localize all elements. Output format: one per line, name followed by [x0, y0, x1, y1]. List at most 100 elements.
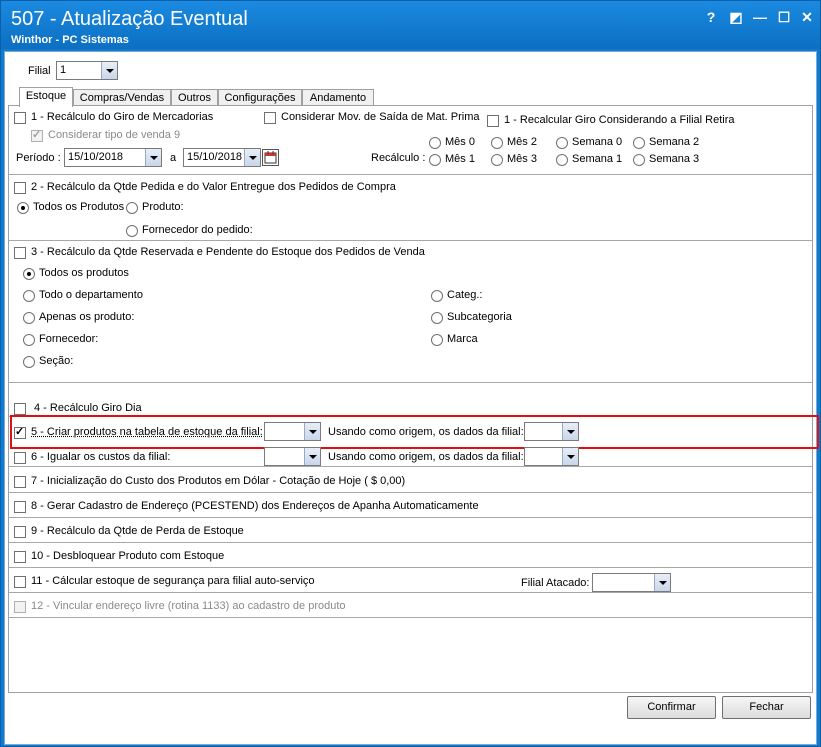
sec2-radio-todos-label: Todos os Produtos	[33, 201, 125, 213]
filial-atacado-label: Filial Atacado:	[521, 577, 590, 589]
sec3-radio-subcategoria[interactable]	[431, 312, 443, 324]
recalc-filial-retira-label: 1 - Recalcular Giro Considerando a Filia…	[504, 114, 735, 126]
recalc-filial-retira-checkbox[interactable]	[487, 115, 499, 127]
sec2-radio-todos[interactable]	[17, 202, 29, 214]
sec7-label: 7 - Inicialização do Custo dos Produtos …	[31, 475, 406, 487]
chevron-down-icon[interactable]	[145, 149, 161, 166]
divider	[9, 542, 812, 543]
sec2-checkbox[interactable]	[14, 182, 26, 194]
radio-semana-1[interactable]	[556, 154, 568, 166]
date-to-value: 15/10/2018	[187, 151, 243, 163]
tab-outros[interactable]: Outros	[171, 89, 218, 106]
help-icon[interactable]: ?	[703, 9, 719, 25]
sec5-origem-select[interactable]	[524, 422, 579, 441]
radio-semana-1-label: Semana 1	[572, 153, 623, 165]
chevron-down-icon[interactable]	[562, 448, 578, 465]
sec3-radio-secao[interactable]	[23, 356, 35, 368]
sec3-radio-departamento-label: Todo o departamento	[39, 289, 143, 301]
estoque-panel: 1 - Recálculo do Giro de Mercadorias Con…	[8, 105, 819, 693]
radio-semana-3-label: Semana 3	[649, 153, 700, 165]
sec3-checkbox[interactable]	[14, 247, 26, 259]
periodo-label: Período :	[16, 152, 61, 164]
sec3-radio-apenas[interactable]	[23, 312, 35, 324]
sec6-label: 6 - Igualar os custos da filial:	[31, 451, 171, 463]
sec3-radio-categ[interactable]	[431, 290, 443, 302]
divider	[9, 240, 812, 241]
radio-mes-2[interactable]	[491, 137, 503, 149]
radio-mes-3-label: Mês 3	[507, 153, 537, 165]
considerar-mov-checkbox[interactable]	[264, 112, 276, 124]
divider	[9, 382, 812, 383]
sec3-radio-fornecedor-label: Fornecedor:	[39, 333, 99, 345]
filial-atacado-select[interactable]	[592, 573, 671, 592]
recalc-giro-label: 1 - Recálculo do Giro de Mercadorias	[31, 111, 214, 123]
sec4-checkbox[interactable]	[14, 403, 26, 415]
tab-andamento[interactable]: Andamento	[302, 89, 374, 106]
sec9-label: 9 - Recálculo da Qtde de Perda de Estoqu…	[31, 525, 244, 537]
confirmar-button[interactable]: Confirmar	[627, 696, 716, 719]
sec10-checkbox[interactable]	[14, 551, 26, 563]
filial-label: Filial	[28, 65, 51, 77]
sec11-label: 11 - Cálcular estoque de segurança para …	[31, 575, 315, 587]
maximize-icon[interactable]: ☐	[776, 9, 792, 25]
restore-layout-icon[interactable]: ◩	[728, 9, 744, 25]
recalculo-label: Recálculo :	[371, 152, 426, 164]
radio-mes-3[interactable]	[491, 154, 503, 166]
sec3-radio-fornecedor[interactable]	[23, 334, 35, 346]
sec5-origem-label: Usando como origem, os dados da filial:	[328, 426, 524, 438]
sec2-radio-produto[interactable]	[126, 202, 138, 214]
filial-select[interactable]: 1	[56, 61, 118, 80]
chevron-down-icon[interactable]	[304, 448, 320, 465]
sec2-radio-fornecedor-label: Fornecedor do pedido:	[142, 224, 253, 236]
sec8-checkbox[interactable]	[14, 501, 26, 513]
sec12-checkbox[interactable]	[14, 601, 26, 613]
sec10-label: 10 - Desbloquear Produto com Estoque	[31, 550, 225, 562]
tab-compras-vendas[interactable]: Compras/Vendas	[73, 89, 171, 106]
filial-value: 1	[60, 64, 67, 76]
sec6-origem-select[interactable]	[524, 447, 579, 466]
chevron-down-icon[interactable]	[304, 423, 320, 440]
sec6-checkbox[interactable]	[14, 452, 26, 464]
sec3-radio-marca[interactable]	[431, 334, 443, 346]
sec3-radio-departamento[interactable]	[23, 290, 35, 302]
sec3-radio-todos[interactable]	[23, 268, 35, 280]
sec2-radio-fornecedor[interactable]	[126, 225, 138, 237]
recalc-giro-checkbox[interactable]	[14, 112, 26, 124]
chevron-down-icon[interactable]	[562, 423, 578, 440]
radio-semana-3[interactable]	[633, 154, 645, 166]
radio-semana-0[interactable]	[556, 137, 568, 149]
client-area: Filial 1 Estoque Compras/Vendas Outros C…	[4, 51, 819, 745]
tab-configuracoes[interactable]: Configurações	[218, 89, 302, 106]
chevron-down-icon[interactable]	[654, 574, 670, 591]
date-to-picker[interactable]: 15/10/2018	[183, 148, 261, 167]
tab-estoque[interactable]: Estoque	[19, 87, 73, 107]
sec3-radio-secao-label: Seção:	[39, 355, 74, 367]
considerar-tipo-venda-checkbox[interactable]	[31, 128, 43, 142]
sec11-checkbox[interactable]	[14, 576, 26, 588]
radio-mes-0[interactable]	[429, 137, 441, 149]
sec5-checkbox[interactable]	[14, 425, 26, 439]
sec9-checkbox[interactable]	[14, 526, 26, 538]
sec5-filial-select[interactable]	[264, 422, 321, 441]
date-from-picker[interactable]: 15/10/2018	[64, 148, 162, 167]
sec7-checkbox[interactable]	[14, 476, 26, 488]
sec5-label: 5 - Criar produtos na tabela de estoque …	[31, 426, 263, 438]
a-label: a	[170, 152, 177, 164]
minimize-icon[interactable]: —	[752, 9, 768, 25]
chevron-down-icon[interactable]	[244, 149, 260, 166]
sec6-filial-select[interactable]	[264, 447, 321, 466]
sec12-label: 12 - Vincular endereço livre (rotina 113…	[31, 600, 346, 612]
sec3-radio-marca-label: Marca	[447, 333, 478, 345]
fechar-button[interactable]: Fechar	[722, 696, 811, 719]
calendar-icon[interactable]	[262, 149, 279, 166]
radio-mes-1[interactable]	[429, 154, 441, 166]
radio-semana-2[interactable]	[633, 137, 645, 149]
sec2-radio-produto-label: Produto:	[142, 201, 184, 213]
window-subtitle: Winthor - PC Sistemas	[11, 34, 129, 46]
window-title: 507 - Atualização Eventual	[11, 8, 248, 30]
sec3-label: 3 - Recálculo da Qtde Reservada e Penden…	[31, 246, 425, 258]
chevron-down-icon[interactable]	[101, 62, 117, 79]
title-bar: 507 - Atualização Eventual Winthor - PC …	[1, 1, 820, 49]
divider	[9, 466, 812, 467]
close-icon[interactable]: ✕	[799, 9, 815, 25]
